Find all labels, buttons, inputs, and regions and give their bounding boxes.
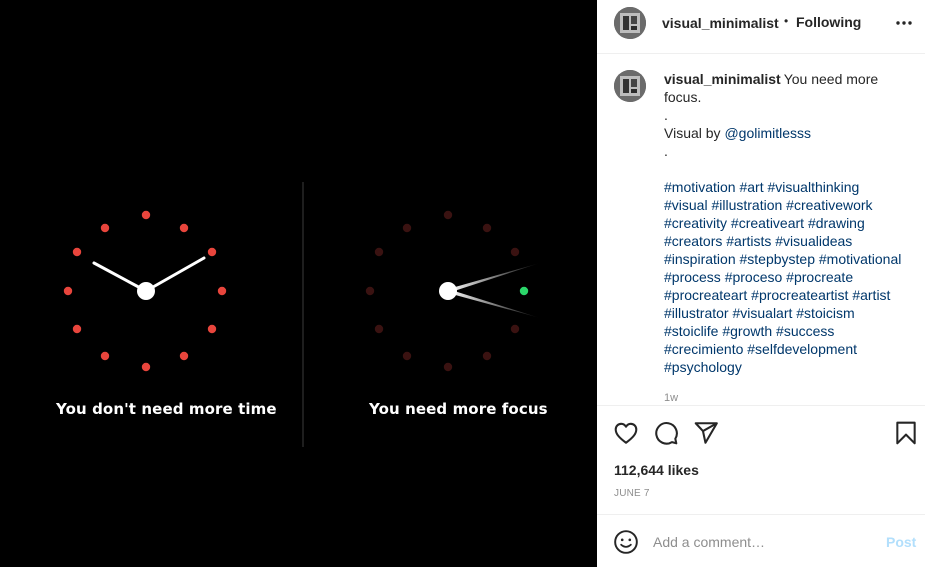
following-button[interactable]: Following	[796, 14, 861, 30]
time-ago[interactable]: 1w	[664, 392, 678, 404]
post-date: JUNE 7	[614, 488, 650, 499]
clock-dot	[72, 247, 82, 257]
clock-dot-active	[519, 286, 529, 296]
image-caption-right: You need more focus	[369, 400, 548, 418]
caption-line: .	[664, 107, 668, 123]
clock-dot	[179, 351, 189, 361]
clock-dot	[482, 223, 492, 233]
post-header: visual_minimalist • Following	[597, 0, 925, 54]
caption-username[interactable]: visual_minimalist	[664, 71, 781, 87]
hashtag-line[interactable]: #visual #illustration #creativework	[664, 196, 909, 214]
clock-dot	[63, 286, 73, 296]
clock-dot	[510, 324, 520, 334]
caption-text: Visual by	[664, 125, 721, 141]
caption-line	[664, 160, 909, 178]
clock-dot	[443, 210, 453, 220]
send-icon[interactable]	[693, 420, 719, 446]
comment-icon[interactable]	[653, 420, 679, 446]
more-horizontal-icon[interactable]	[893, 12, 915, 34]
action-bar: 112,644 likes JUNE 7	[597, 405, 925, 515]
caption-line-credit: Visual by @golimitlesss	[664, 124, 909, 142]
clock-dot	[141, 210, 151, 220]
clock-dot	[402, 351, 412, 361]
hashtag-line[interactable]: #creators #artists #visualideas	[664, 232, 909, 250]
clock-center	[137, 282, 155, 300]
clock-dot	[141, 362, 151, 372]
emoji-icon[interactable]	[613, 529, 639, 555]
hashtag-line[interactable]: #inspiration #stepbystep #motivational	[664, 250, 909, 268]
right-clock	[365, 210, 540, 372]
hashtag-line[interactable]: #illustrator #visualart #stoicism	[664, 304, 909, 322]
clock-dot	[100, 351, 110, 361]
hashtag-line[interactable]: #motivation #art #visualthinking	[664, 178, 909, 196]
separator-dot: •	[784, 14, 789, 28]
clock-dot	[207, 247, 217, 257]
post-caption: visual_minimalist You need more focus. . …	[664, 70, 909, 376]
clock-dot	[365, 286, 375, 296]
clock-dot	[72, 324, 82, 334]
left-clock	[63, 210, 227, 372]
clock-dot	[207, 324, 217, 334]
avatar[interactable]	[614, 70, 646, 102]
add-comment-bar: Post	[597, 514, 925, 567]
clock-dot	[179, 223, 189, 233]
clock-illustration	[63, 182, 540, 447]
likes-count[interactable]: 112,644 likes	[614, 462, 699, 478]
avatar[interactable]	[614, 7, 646, 39]
hashtag-line[interactable]: #process #proceso #procreate	[664, 268, 909, 286]
clock-dot	[510, 247, 520, 257]
hashtag-line[interactable]: #stoiclife #growth #success	[664, 322, 909, 340]
clock-dot	[374, 247, 384, 257]
hashtag-line[interactable]: #psychology	[664, 358, 909, 376]
comment-input[interactable]	[653, 531, 873, 553]
post-image[interactable]: You don't need more time You need more f…	[0, 0, 597, 567]
post-sidebar: visual_minimalist • Following visual_min…	[597, 0, 925, 567]
caption-line: .	[664, 143, 668, 159]
clock-dot	[443, 362, 453, 372]
clock-center	[439, 282, 457, 300]
bookmark-icon[interactable]	[893, 420, 919, 446]
mention-link[interactable]: @golimitlesss	[724, 125, 811, 141]
post-comment-button[interactable]: Post	[886, 534, 916, 550]
hashtag-line[interactable]: #procreateart #procreateartist #artist	[664, 286, 909, 304]
header-username[interactable]: visual_minimalist	[662, 15, 779, 31]
image-caption-left: You don't need more time	[56, 400, 277, 418]
heart-icon[interactable]	[613, 420, 639, 446]
caption-line-first: visual_minimalist You need more focus.	[664, 70, 909, 106]
clock-dot	[100, 223, 110, 233]
clock-dot	[402, 223, 412, 233]
clock-dot	[217, 286, 227, 296]
clock-hand	[144, 256, 206, 293]
clock-dot	[482, 351, 492, 361]
hashtag-line[interactable]: #creativity #creativeart #drawing	[664, 214, 909, 232]
comments-section[interactable]: visual_minimalist You need more focus. . …	[597, 55, 925, 405]
clock-dot	[374, 324, 384, 334]
hashtag-line[interactable]: #crecimiento #selfdevelopment	[664, 340, 909, 358]
